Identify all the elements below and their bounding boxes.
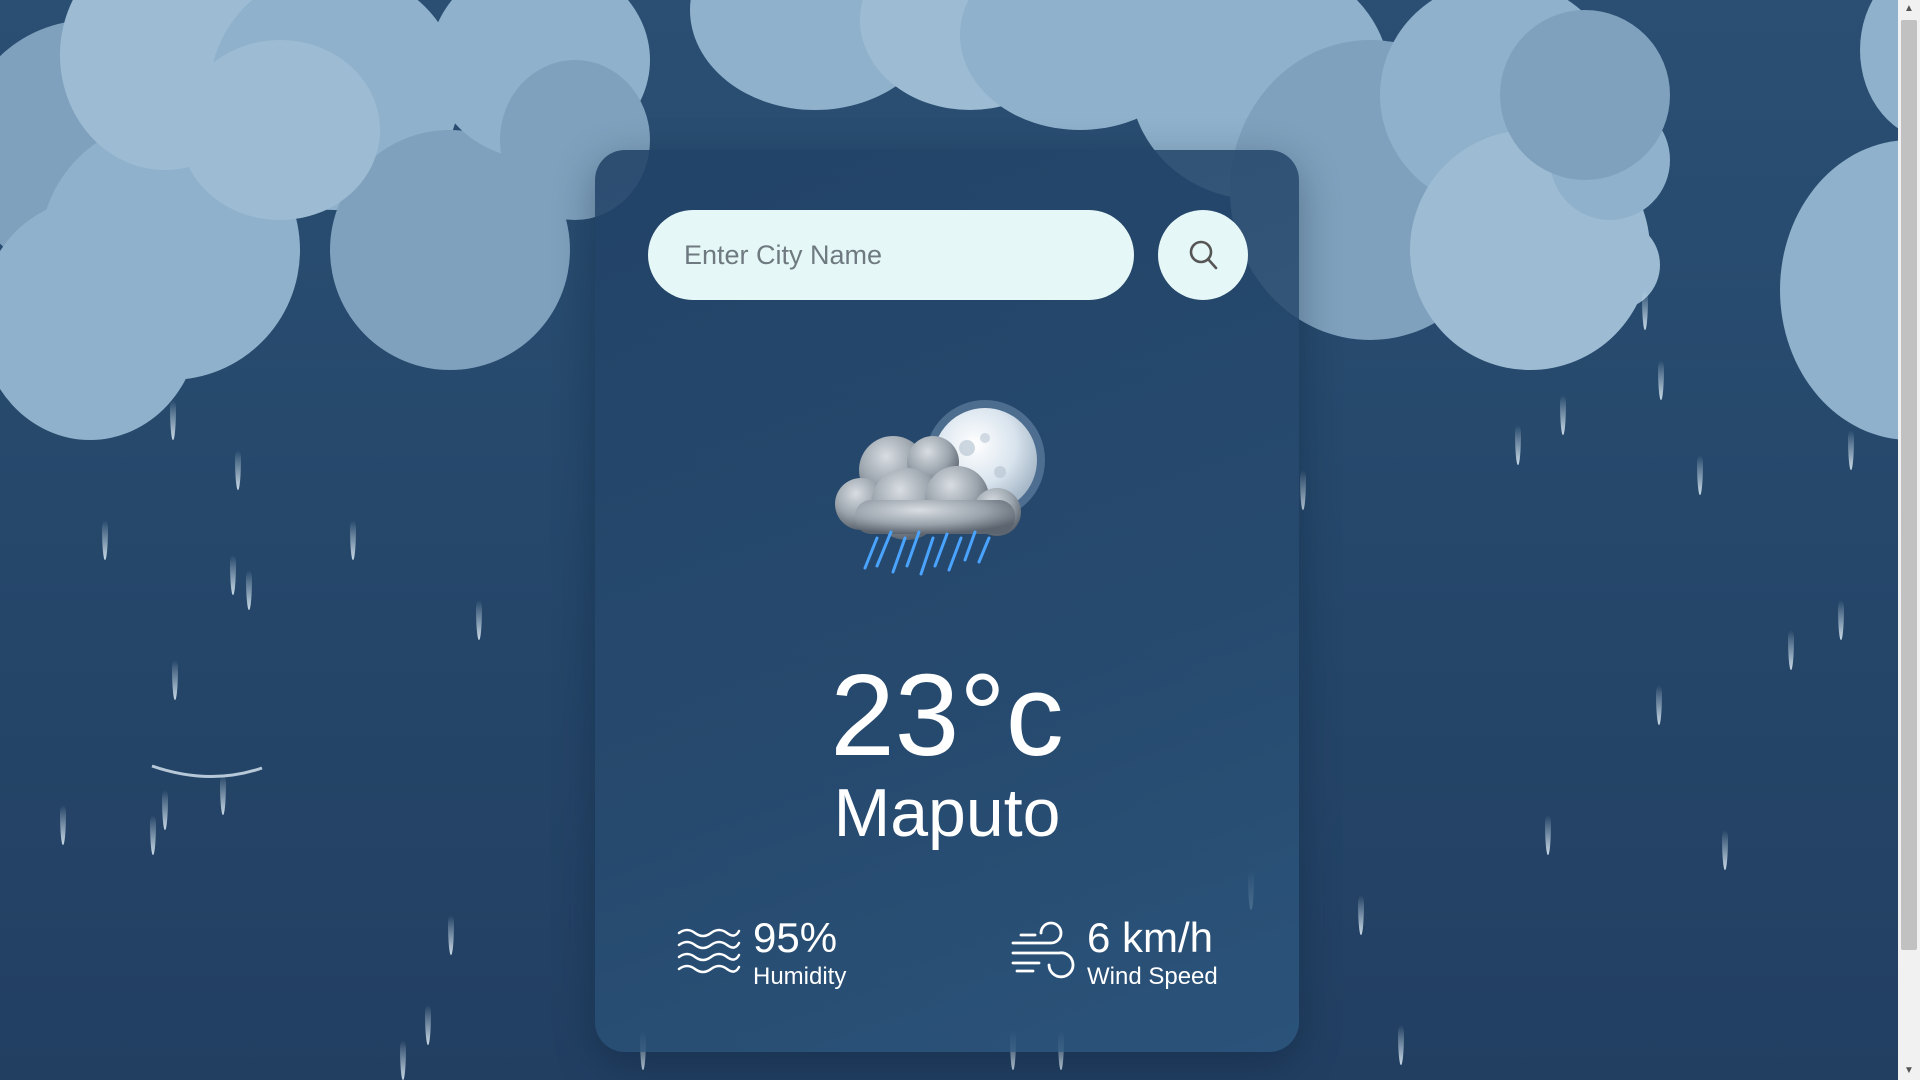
rain-drop <box>235 450 241 490</box>
rain-drop <box>162 790 168 830</box>
rain-drop <box>1722 830 1728 870</box>
wind-stat: 6 km/h Wind Speed <box>1011 915 1218 991</box>
rain-drop <box>172 660 178 700</box>
rain-drop <box>1838 600 1844 640</box>
rain-drop <box>246 570 252 610</box>
cloud <box>1860 0 1898 140</box>
scroll-down-arrow-icon[interactable]: ▼ <box>1898 1062 1920 1080</box>
rain-drop <box>425 1005 431 1045</box>
rain-drop <box>1848 430 1854 470</box>
temperature: 23°c <box>830 650 1064 780</box>
rain-drop <box>400 1040 406 1080</box>
rain-drop <box>1642 290 1648 330</box>
weather-card: 23°c Maputo 95% Humidity <box>595 150 1299 1052</box>
rain-drop <box>1656 685 1662 725</box>
city-name: Maputo <box>833 775 1061 851</box>
page-scrollbar[interactable]: ▲ ▼ <box>1898 0 1920 1080</box>
rain-drop <box>170 400 176 440</box>
cloud <box>180 40 380 220</box>
wind-icon <box>1011 921 1075 979</box>
rain-drop <box>150 815 156 855</box>
rain-drop <box>1545 815 1551 855</box>
humidity-value: 95% <box>753 914 838 961</box>
night-rain-cloud-moon-icon <box>835 400 1045 576</box>
wind-text: 6 km/h Wind Speed <box>1087 915 1218 991</box>
cloud <box>1500 10 1670 180</box>
humidity-stat: 95% Humidity <box>677 915 846 991</box>
rain-drop <box>1515 425 1521 465</box>
rain-drop <box>102 520 108 560</box>
scroll-up-arrow-icon[interactable]: ▲ <box>1898 0 1920 18</box>
humidity-text: 95% Humidity <box>753 915 846 991</box>
rain-drop <box>476 600 482 640</box>
rain-drop <box>230 555 236 595</box>
rain-drop <box>1788 630 1794 670</box>
rain-drop <box>1300 470 1306 510</box>
humidity-waves-icon <box>677 928 741 974</box>
rain-drop <box>1358 895 1364 935</box>
rain-drop <box>60 805 66 845</box>
scroll-thumb[interactable] <box>1901 20 1917 950</box>
rain-drop <box>448 915 454 955</box>
splash-arc <box>151 764 263 779</box>
search-button[interactable] <box>1158 210 1248 300</box>
rain-drop <box>1658 360 1664 400</box>
cloud <box>1780 140 1898 440</box>
rain-drop <box>1398 1025 1404 1065</box>
rain-drop <box>1560 395 1566 435</box>
humidity-label: Humidity <box>753 963 847 990</box>
wind-value: 6 km/h <box>1087 914 1214 961</box>
rain-drop <box>350 520 356 560</box>
search-icon <box>1189 240 1218 270</box>
rain-drop <box>1697 455 1703 495</box>
wind-label: Wind Speed <box>1087 963 1218 990</box>
city-search-input[interactable] <box>648 210 1134 300</box>
